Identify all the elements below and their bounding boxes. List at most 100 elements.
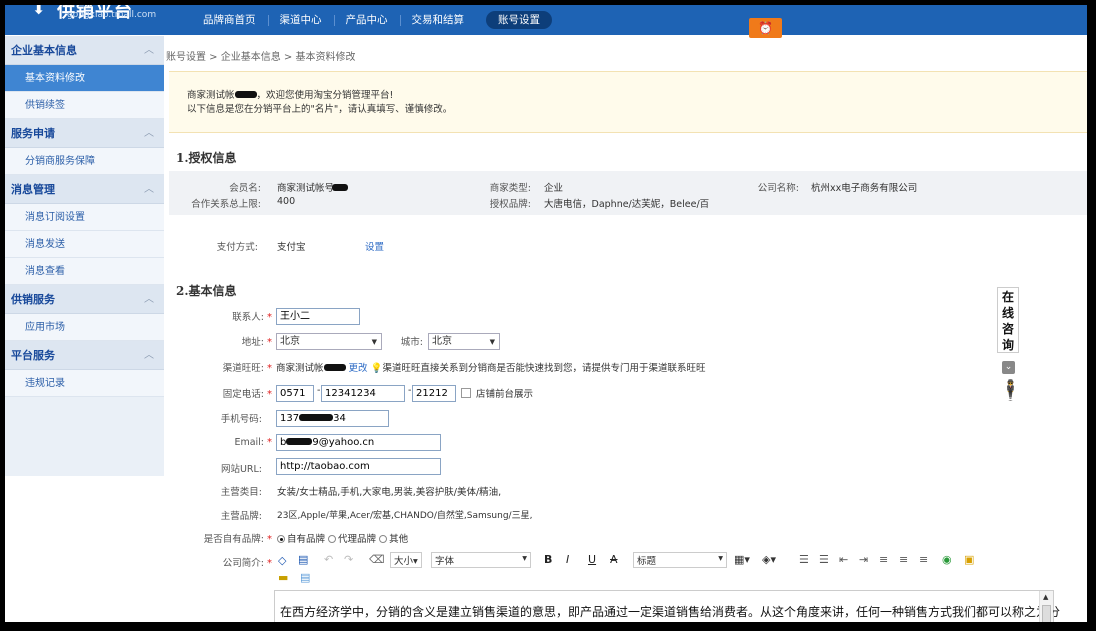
preview-icon[interactable]: ▤ bbox=[298, 553, 308, 566]
clear-format-icon[interactable]: ⌫ bbox=[369, 553, 385, 566]
sidebar-group-supply[interactable]: 供销服务 ︿ bbox=[5, 285, 164, 314]
province-select[interactable]: 北京 bbox=[276, 333, 382, 350]
nav-trade-settlement[interactable]: 交易和结算 bbox=[400, 11, 477, 29]
type-value: 企业 bbox=[544, 183, 564, 194]
welcome-notice: 商家测试帐 ，欢迎您使用淘宝分销管理平台! 以下信息是您在分销平台上的"名片"，请… bbox=[169, 71, 1087, 133]
nav-channel-center[interactable]: 渠道中心 bbox=[268, 11, 335, 29]
sidebar-item-guarantee[interactable]: 分销商服务保障 bbox=[5, 148, 164, 175]
nav-account-settings[interactable]: 账号设置 bbox=[486, 11, 552, 29]
redaction-mark bbox=[234, 91, 257, 98]
phone-dash: - bbox=[317, 385, 321, 396]
outdent-icon[interactable]: ⇤ bbox=[839, 553, 848, 566]
main-nav: 品牌商首页 渠道中心 产品中心 交易和结算 账号设置 bbox=[191, 11, 552, 29]
main-brand-label: 主营品牌: bbox=[220, 511, 262, 522]
table-icon[interactable]: ▦▾ bbox=[734, 553, 750, 566]
bold-icon[interactable]: B bbox=[544, 553, 552, 566]
undo-icon[interactable]: ↶ bbox=[324, 553, 333, 566]
url-label: 网站URL: bbox=[220, 464, 262, 475]
sidebar-item-msg-subscribe[interactable]: 消息订阅设置 bbox=[5, 204, 164, 231]
wangwang-change-link[interactable]: 更改 bbox=[349, 363, 368, 374]
sidebar-group-messages[interactable]: 消息管理 ︿ bbox=[5, 175, 164, 204]
sidebar-item-basic-info[interactable]: 基本资料修改 bbox=[5, 65, 164, 92]
section-title-basic: 2.基本信息 bbox=[176, 284, 237, 298]
sidebar-group-label: 企业基本信息 bbox=[11, 44, 77, 57]
intro-editor[interactable]: 在西方经济学中，分销的含义是建立销售渠道的意思，即产品通过一定渠道销售给消费者。… bbox=[274, 590, 1060, 622]
editor-toolbar: ◇ ▤ ↶ ↷ ⌫ 大小▾ 字体 ▾ B I U A 标题 ▾ ▦▾ ◈▾ ☰ ☰ … bbox=[274, 552, 1036, 588]
strikethrough-icon[interactable]: A bbox=[610, 553, 618, 566]
city-label: 城市: bbox=[400, 337, 423, 348]
intro-label: 公司简介: * bbox=[222, 558, 272, 569]
indent-icon[interactable]: ⇥ bbox=[859, 553, 868, 566]
online-consult-button[interactable]: 在线咨询 bbox=[997, 287, 1019, 353]
collapse-icon[interactable]: ︿ bbox=[144, 285, 154, 314]
show-in-store-label: 店铺前台展示 bbox=[476, 389, 534, 400]
fill-color-icon[interactable]: ◈▾ bbox=[762, 553, 776, 566]
align-left-icon[interactable]: ≡ bbox=[879, 553, 888, 566]
nav-product-center[interactable]: 产品中心 bbox=[334, 11, 401, 29]
sidebar-group-company[interactable]: 企业基本信息 ︿ bbox=[5, 36, 164, 65]
category-value: 女装/女士精品,手机,大家电,男装,美容护肤/美体/精油, bbox=[277, 487, 502, 498]
fullscreen-icon[interactable]: ▤ bbox=[300, 571, 310, 584]
font-family-select[interactable]: 字体 ▾ bbox=[431, 552, 531, 568]
chevron-down-icon[interactable]: ⌄ bbox=[1002, 361, 1015, 374]
editor-scrollbar[interactable]: ▲ bbox=[1039, 591, 1053, 622]
collapse-icon[interactable]: ︿ bbox=[144, 175, 154, 204]
sidebar-item-msg-send[interactable]: 消息发送 bbox=[5, 231, 164, 258]
show-in-store-checkbox[interactable] bbox=[461, 388, 471, 398]
own-brand-label: 是否自有品牌: * bbox=[203, 534, 272, 545]
email-input[interactable]: b 9@yahoo.cn bbox=[276, 434, 441, 451]
source-code-icon[interactable]: ◇ bbox=[278, 554, 286, 567]
sidebar-item-msg-view[interactable]: 消息查看 bbox=[5, 258, 164, 285]
address-label: 地址: * bbox=[241, 337, 272, 348]
contact-input[interactable]: 王小二 bbox=[276, 308, 360, 325]
italic-icon[interactable]: I bbox=[566, 553, 569, 566]
font-size-select[interactable]: 大小▾ bbox=[390, 552, 422, 568]
pay-setting-link[interactable]: 设置 bbox=[365, 239, 384, 253]
collapse-icon[interactable]: ︿ bbox=[144, 119, 154, 148]
notice-text: 商家测试帐 bbox=[187, 90, 235, 101]
heading-select[interactable]: 标题 ▾ bbox=[633, 552, 727, 568]
sidebar-group-label: 平台服务 bbox=[11, 349, 55, 362]
align-right-icon[interactable]: ≡ bbox=[919, 553, 928, 566]
align-center-icon[interactable]: ≡ bbox=[899, 553, 908, 566]
image-icon[interactable]: ▣ bbox=[964, 553, 974, 566]
radio-own-brand[interactable]: 自有品牌 bbox=[277, 534, 325, 545]
nav-brand-home[interactable]: 品牌商首页 bbox=[191, 11, 268, 29]
lightbulb-icon: 💡 bbox=[370, 363, 383, 374]
phone-ext-input[interactable]: 21212 bbox=[412, 385, 456, 402]
alarm-clock-icon[interactable]: ⏰ bbox=[749, 18, 782, 38]
notice-text: 以下信息是您在分销平台上的"名片"，请认真填写、谨慎修改。 bbox=[187, 104, 453, 115]
top-nav-bar: ⬇ 供销平台 gongxiao.tmall.com 品牌商首页 渠道中心 产品中… bbox=[5, 5, 1087, 35]
redo-icon[interactable]: ↷ bbox=[344, 553, 353, 566]
browser-frame: ⬇ 供销平台 gongxiao.tmall.com 品牌商首页 渠道中心 产品中… bbox=[5, 5, 1087, 622]
pay-label: 支付方式: bbox=[216, 242, 258, 253]
category-label: 主营类目: bbox=[220, 487, 262, 498]
radio-agent-brand[interactable]: 代理品牌 bbox=[328, 534, 376, 545]
sidebar-group-service[interactable]: 服务申请 ︿ bbox=[5, 119, 164, 148]
sidebar-item-renew[interactable]: 供销续签 bbox=[5, 92, 164, 119]
sidebar-group-label: 服务申请 bbox=[11, 127, 55, 140]
phone-area-input[interactable]: 0571 bbox=[276, 385, 314, 402]
phone-number-input[interactable]: 12341234 bbox=[321, 385, 405, 402]
contact-label: 联系人: * bbox=[232, 312, 272, 323]
radio-other[interactable]: 其他 bbox=[379, 534, 408, 545]
link-icon[interactable]: ◉ bbox=[942, 553, 952, 566]
wangwang-tip: 渠道旺旺直接关系到分销商是否能快速找到您，请提供专门用于渠道联系旺旺 bbox=[382, 363, 706, 374]
company-value: 杭州xx电子商务有限公司 bbox=[811, 183, 918, 194]
underline-icon[interactable]: U bbox=[588, 553, 596, 566]
collapse-icon[interactable]: ︿ bbox=[144, 341, 154, 370]
media-icon[interactable]: ▬ bbox=[278, 571, 288, 584]
mascot-icon[interactable]: 🕴 bbox=[998, 378, 1023, 402]
ordered-list-icon[interactable]: ☰ bbox=[799, 553, 809, 566]
sidebar-group-platform[interactable]: 平台服务 ︿ bbox=[5, 341, 164, 370]
unordered-list-icon[interactable]: ☰ bbox=[819, 553, 829, 566]
collapse-icon[interactable]: ︿ bbox=[144, 36, 154, 65]
mobile-input[interactable]: 137 34 bbox=[276, 410, 389, 427]
sidebar: 企业基本信息 ︿ 基本资料修改 供销续签 服务申请 ︿ 分销商服务保障 消息管理 ︿ … bbox=[5, 36, 164, 476]
mobile-label: 手机号码: bbox=[220, 414, 262, 425]
sidebar-item-violations[interactable]: 违规记录 bbox=[5, 370, 164, 397]
own-brand-radios: 自有品牌 代理品牌 其他 bbox=[277, 531, 408, 545]
url-input[interactable]: http://taobao.com bbox=[276, 458, 441, 475]
sidebar-item-app-market[interactable]: 应用市场 bbox=[5, 314, 164, 341]
city-select[interactable]: 北京 bbox=[428, 333, 500, 350]
